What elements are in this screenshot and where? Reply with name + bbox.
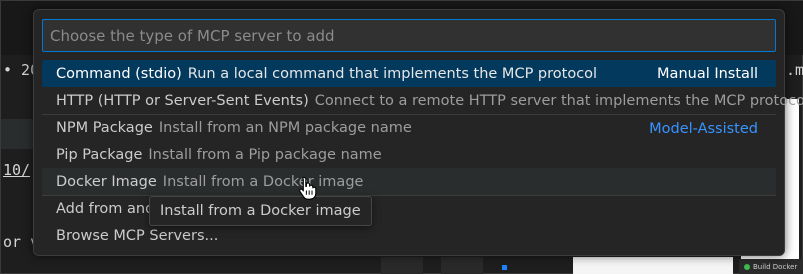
panel-preview [573,257,733,274]
quick-pick-item-docker-image[interactable]: Docker Image Install from a Docker image [42,168,776,195]
quick-pick-input[interactable] [42,19,776,52]
tooltip-text: Install from a Docker image [160,203,361,219]
quick-pick-item-browse-mcp-servers[interactable]: Browse MCP Servers... [42,222,776,249]
editor-text-fragment: 10/ [3,161,31,179]
quick-pick-item-http[interactable]: HTTP (HTTP or Server-Sent Events) Connec… [42,87,803,114]
item-label: Docker Image [56,173,157,190]
item-label: Command (stdio) [56,65,182,82]
item-description: Install from a Pip package name [148,146,382,163]
item-description: Connect to a remote HTTP server that imp… [314,92,803,109]
minimap-block [381,257,423,274]
quick-pick-item-pip-package[interactable]: Pip Package Install from a Pip package n… [42,141,776,168]
item-description: Run a local command that implements the … [187,65,598,82]
hand-pointer-icon [299,176,317,200]
status-item[interactable]: Build Docker [739,259,803,274]
minimap-block [441,257,483,274]
item-label: Browse MCP Servers... [56,227,219,244]
item-group-label: Model-Assisted [649,120,758,137]
hover-tooltip: Install from a Docker image [149,196,372,226]
item-label: NPM Package [56,120,153,136]
item-group-label: Manual Install [657,65,758,82]
item-description: Install from a Docker image [162,173,364,190]
quick-pick-item-command-stdio[interactable]: Command (stdio) Run a local command that… [42,60,776,87]
item-description: Install from an NPM package name [158,120,412,136]
status-dot-icon [744,264,750,270]
item-label: HTTP (HTTP or Server-Sent Events) [56,92,309,109]
blue-marker [502,265,507,270]
item-label: Add from and [56,201,155,217]
item-label: Pip Package [56,146,143,163]
editor-text-fragment: .m [786,61,803,79]
quick-pick-item-npm-package[interactable]: NPM Package Install from an NPM package … [42,114,776,141]
quick-pick: Command (stdio) Run a local command that… [33,9,803,256]
